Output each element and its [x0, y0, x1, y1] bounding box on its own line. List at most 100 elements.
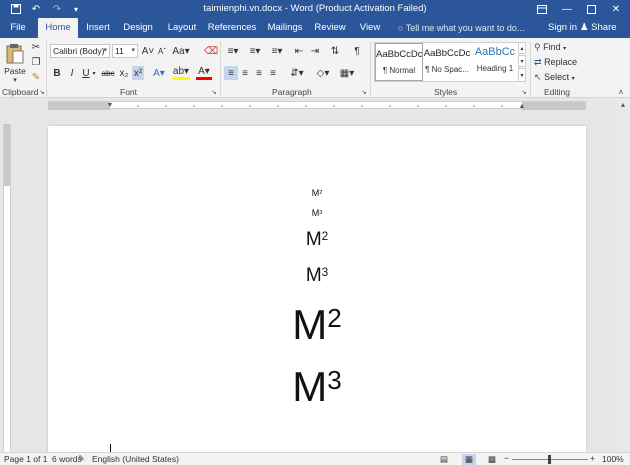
sort-icon[interactable]: ⇅ — [328, 44, 342, 58]
font-size-select[interactable]: 11 ▾ — [112, 44, 138, 58]
superscript-button[interactable]: x² — [132, 66, 144, 80]
language[interactable]: English (United States) — [92, 454, 179, 464]
zoom-level[interactable]: 100% — [602, 454, 624, 464]
document-line[interactable]: M3 — [48, 209, 586, 219]
document-line[interactable]: M2 — [48, 304, 586, 346]
italic-button[interactable]: I — [66, 66, 78, 80]
highlight-color-icon[interactable]: ab▾ — [172, 66, 190, 80]
grow-font-icon[interactable]: A˅ — [142, 44, 155, 58]
share-button[interactable]: ♟ Share — [580, 18, 617, 38]
increase-indent-icon[interactable]: ⇥ — [308, 44, 322, 58]
find-button[interactable]: ⚲ Find ▾ — [534, 42, 566, 53]
tab-mailings[interactable]: Mailings — [264, 18, 306, 38]
replace-button[interactable]: ⇄ Replace — [534, 57, 577, 68]
undo-icon[interactable]: ↶ — [28, 0, 44, 18]
styles-more-icon[interactable]: ▾ — [518, 68, 526, 82]
zoom-slider-thumb[interactable] — [548, 455, 551, 464]
title-bar: ↶ ↷ ▾ taimienphi.vn.docx - Word (Product… — [0, 0, 630, 18]
right-indent-marker-icon[interactable]: ▲ — [518, 102, 526, 111]
scroll-up-icon[interactable]: ▲ — [618, 100, 628, 110]
tab-view[interactable]: View — [356, 18, 384, 38]
paste-button[interactable]: Paste ▾ — [4, 41, 26, 85]
paragraph-launcher-icon[interactable]: ↘ — [360, 88, 368, 96]
close-icon[interactable]: ✕ — [604, 0, 628, 18]
indent-marker-icon[interactable]: ▼ — [106, 100, 114, 111]
font-family-select[interactable]: Calibri (Body) ▾ — [50, 44, 110, 58]
decrease-indent-icon[interactable]: ⇤ — [292, 44, 306, 58]
zoom-out-icon[interactable]: − — [504, 453, 509, 463]
sign-in-link[interactable]: Sign in — [548, 18, 577, 38]
copy-icon[interactable]: ❐ — [30, 56, 42, 68]
collapse-ribbon-icon[interactable]: ˄ — [616, 87, 626, 97]
ribbon-options-icon[interactable] — [532, 0, 552, 18]
align-left-icon[interactable]: ≡ — [224, 66, 238, 80]
style-heading-1[interactable]: AaBbCc Heading 1 — [471, 43, 519, 81]
page-count[interactable]: Page 1 of 1 — [4, 454, 47, 464]
bullets-icon[interactable]: ≡▾ — [224, 44, 242, 58]
document-line[interactable]: M2 — [48, 230, 586, 249]
borders-icon[interactable]: ▦▾ — [338, 66, 356, 80]
document-line[interactable]: M3 — [48, 266, 586, 285]
document-line[interactable]: M2 — [48, 189, 586, 199]
strikethrough-button[interactable]: abc — [100, 66, 116, 80]
ribbon-tabs: File Home Insert Design Layout Reference… — [0, 18, 630, 38]
justify-icon[interactable]: ≡ — [266, 66, 280, 80]
redo-icon[interactable]: ↷ — [50, 0, 64, 18]
proofing-icon[interactable]: ✎ — [78, 454, 85, 463]
text-effects-icon[interactable]: A▾ — [150, 66, 168, 80]
tab-home[interactable]: Home — [38, 18, 78, 38]
vertical-ruler-bar — [3, 124, 11, 454]
change-case-icon[interactable]: Aa▾ — [172, 44, 190, 58]
underline-options-icon[interactable]: ▾ — [91, 66, 97, 80]
styles-scroll-down-icon[interactable]: ▾ — [518, 55, 526, 67]
tell-me-box[interactable]: ○ Tell me what you want to do... — [398, 18, 524, 38]
select-button[interactable]: ↖ Select ▾ — [534, 72, 575, 83]
style-normal[interactable]: AaBbCcDc ¶ Normal — [375, 43, 423, 81]
tab-layout[interactable]: Layout — [164, 18, 200, 38]
font-size-value: 11 — [115, 46, 124, 56]
chevron-down-icon: ▾ — [13, 76, 17, 84]
customize-qat-icon[interactable]: ▾ — [70, 0, 82, 18]
font-group-label: Font — [120, 87, 138, 97]
style-no-spacing[interactable]: AaBbCcDc ¶ No Spac... — [423, 43, 471, 81]
select-icon: ↖ — [534, 72, 542, 82]
tab-design[interactable]: Design — [120, 18, 156, 38]
web-layout-icon[interactable]: ▩ — [488, 454, 496, 465]
styles-scroll-up-icon[interactable]: ▴ — [518, 42, 526, 54]
status-bar: Page 1 of 1 6 words ✎ English (United St… — [0, 452, 630, 465]
maximize-icon[interactable] — [580, 0, 602, 18]
styles-gallery: AaBbCcDc ¶ Normal AaBbCcDc ¶ No Spac... … — [374, 42, 520, 82]
show-marks-icon[interactable]: ¶ — [350, 44, 364, 58]
bold-button[interactable]: B — [51, 66, 63, 80]
clipboard-launcher-icon[interactable]: ↘ — [38, 88, 46, 96]
style-name: ¶ No Spac... — [425, 65, 469, 74]
line-spacing-icon[interactable]: ⇵▾ — [288, 66, 306, 80]
format-painter-icon[interactable]: ✎ — [30, 71, 42, 83]
tab-review[interactable]: Review — [312, 18, 348, 38]
tab-file[interactable]: File — [4, 18, 32, 38]
document-line[interactable]: M3 — [48, 366, 586, 408]
print-layout-icon[interactable]: ▦ — [462, 454, 477, 465]
document-page[interactable]: M2 M3 M2 M3 M2 M3 — [48, 126, 586, 456]
save-icon[interactable] — [8, 0, 24, 18]
numbering-icon[interactable]: ≡▾ — [246, 44, 264, 58]
subscript-button[interactable]: x₂ — [118, 66, 130, 80]
shrink-font-icon[interactable]: Aˇ — [156, 44, 168, 58]
minimize-icon[interactable]: — — [556, 0, 578, 18]
tab-insert[interactable]: Insert — [82, 18, 114, 38]
clear-formatting-icon[interactable]: ⌫ — [204, 44, 218, 58]
shading-icon[interactable]: ◇▾ — [314, 66, 332, 80]
person-icon: ♟ — [580, 22, 589, 33]
tab-references[interactable]: References — [206, 18, 258, 38]
cut-icon[interactable]: ✂ — [30, 41, 42, 53]
font-launcher-icon[interactable]: ↘ — [210, 88, 218, 96]
multilevel-list-icon[interactable]: ≡▾ — [268, 44, 286, 58]
styles-launcher-icon[interactable]: ↘ — [520, 88, 528, 96]
vertical-scrollbar[interactable]: ▲ — [616, 98, 630, 452]
read-mode-icon[interactable]: ▤ — [440, 454, 448, 465]
align-center-icon[interactable]: ≡ — [238, 66, 252, 80]
replace-label: Replace — [544, 57, 578, 67]
font-color-icon[interactable]: A▾ — [196, 66, 212, 80]
zoom-in-icon[interactable]: + — [590, 453, 595, 463]
align-right-icon[interactable]: ≡ — [252, 66, 266, 80]
